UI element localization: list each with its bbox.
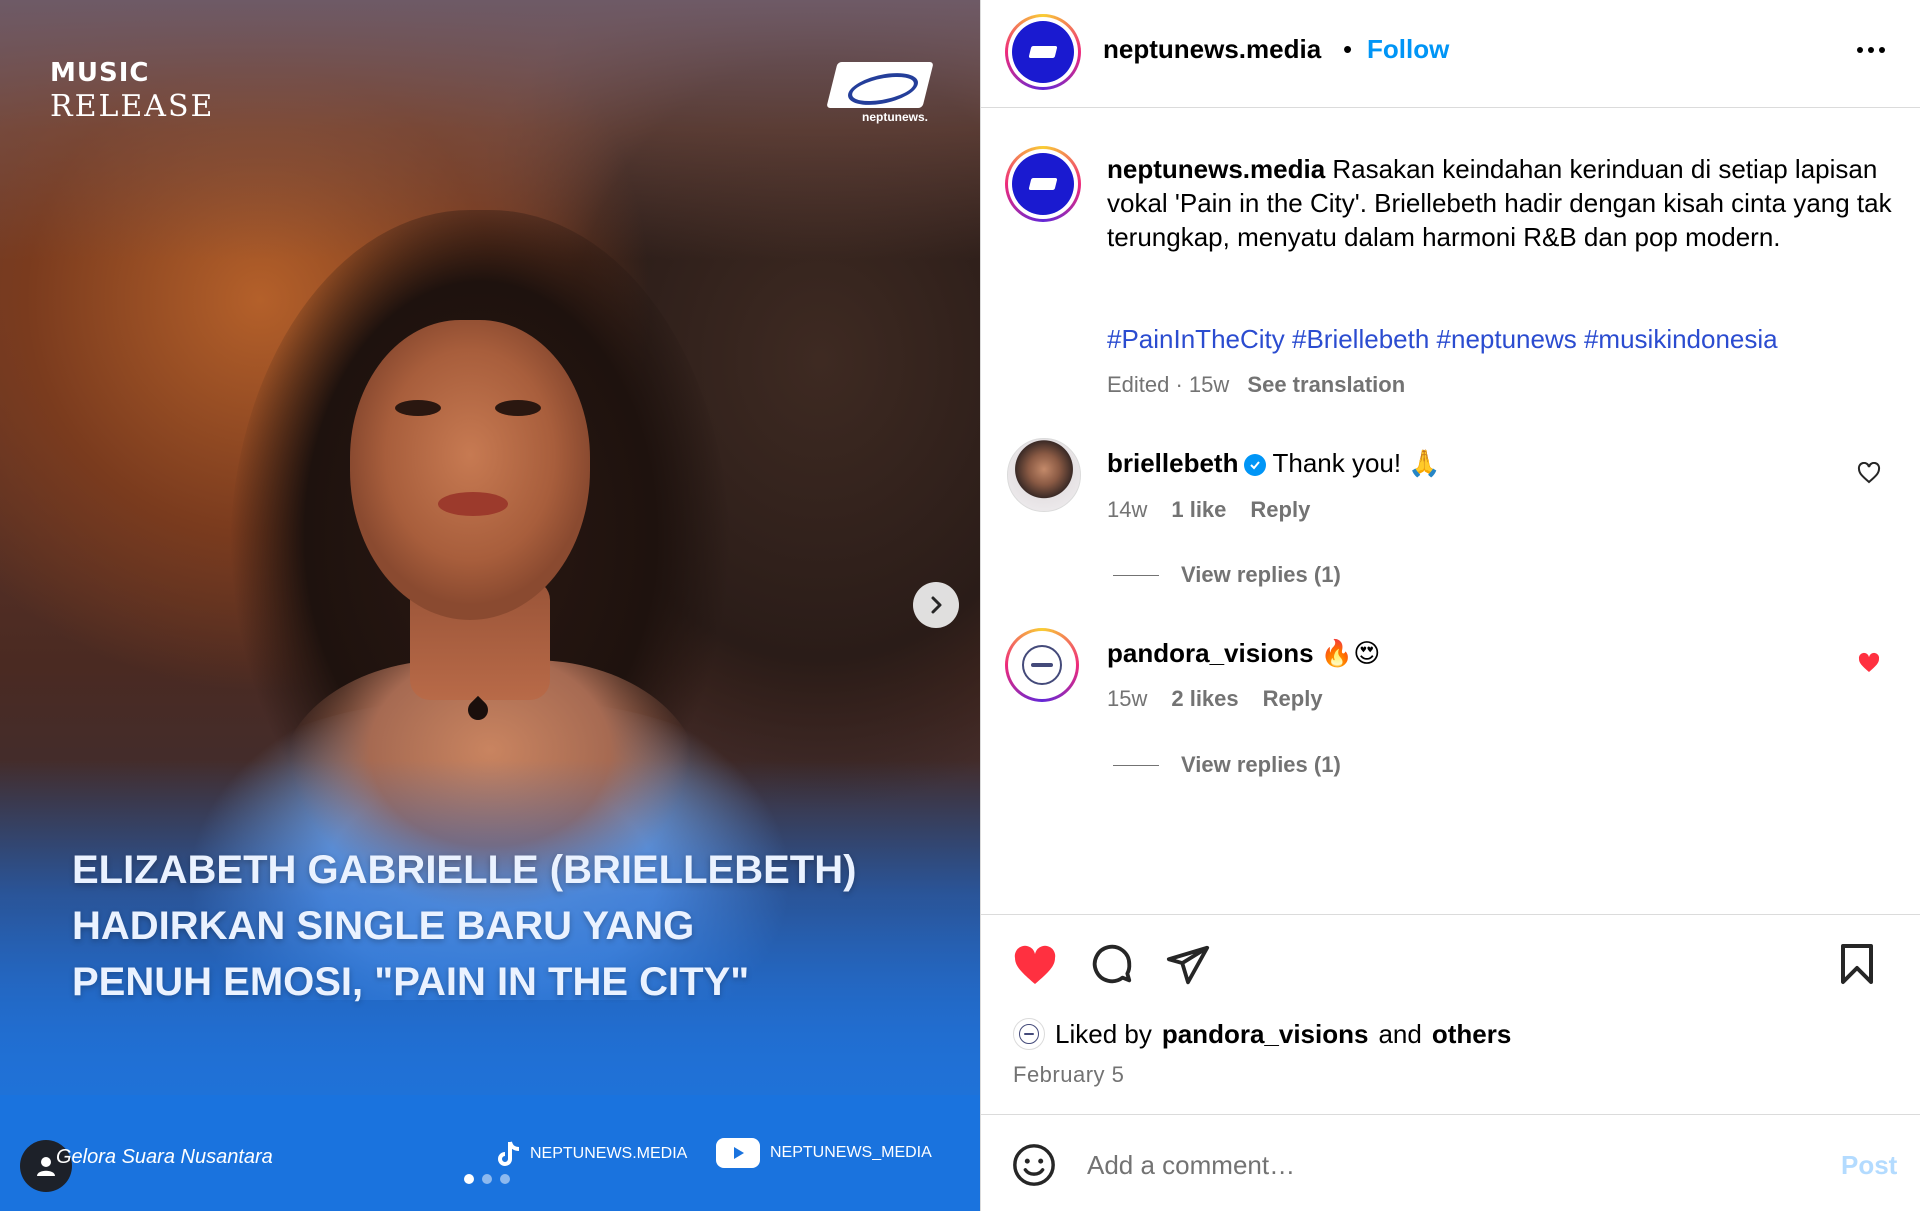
comment-age: 14w [1107, 497, 1148, 522]
commenter-avatar[interactable] [1007, 438, 1081, 512]
like-button[interactable] [1011, 944, 1059, 993]
neptunews-logo: neptunews. [826, 62, 934, 124]
liked-by-others[interactable]: others [1432, 1019, 1511, 1050]
chevron-right-icon [931, 596, 942, 614]
comment-likes[interactable]: 2 likes [1171, 686, 1238, 712]
share-button[interactable] [1165, 942, 1211, 993]
comment-icon [1092, 944, 1132, 984]
youtube-icon [716, 1138, 760, 1168]
liked-by-and: and [1378, 1018, 1422, 1049]
brand-tag-line2: RELEASE [50, 89, 215, 124]
headline-line: ELIZABETH GABRIELLE (BRIELLEBETH) [72, 848, 857, 892]
header-separator: • [1343, 34, 1353, 64]
replies-divider-line [1113, 574, 1159, 576]
liked-by-prefix: Liked by [1055, 1018, 1152, 1049]
carousel-dot [482, 1174, 492, 1184]
comment-likes[interactable]: 1 like [1171, 497, 1226, 523]
post-comment-button[interactable]: Post [1841, 1150, 1897, 1181]
portrait-lips [438, 492, 508, 516]
post-date: February 5 [1013, 1062, 1125, 1087]
post-side-panel: neptunews.media • Follow neptunews.media… [980, 0, 1920, 1211]
youtube-handle: NEPTUNEWS_MEDIA [716, 1138, 932, 1168]
heart-icon [1857, 461, 1881, 484]
pandora-logo [1022, 645, 1062, 685]
bookmark-icon [1841, 944, 1873, 984]
comment-button[interactable] [1089, 942, 1135, 993]
heart-icon [1858, 652, 1880, 672]
neptunews-logo-text: neptunews. [861, 110, 928, 124]
carousel-dot [500, 1174, 510, 1184]
comment-row: pandora_visions 🔥😍 [1107, 638, 1380, 669]
view-replies-button[interactable]: View replies (1) [1113, 752, 1341, 778]
headline: ELIZABETH GABRIELLE (BRIELLEBETH) HADIRK… [72, 842, 932, 1010]
comment-meta: 15w 2 likes Reply [1107, 686, 1323, 712]
portrait-eye-right [495, 400, 541, 416]
post-media-carousel[interactable]: MUSIC RELEASE neptunews. ELIZABETH GABRI… [0, 0, 980, 1211]
commenter-avatar[interactable] [1005, 628, 1079, 702]
caption-author-avatar[interactable] [1005, 146, 1081, 222]
follow-button[interactable]: Follow [1367, 34, 1449, 65]
carousel-indicator [464, 1174, 510, 1184]
comment-text: Thank you! 🙏 [1272, 448, 1441, 478]
divider [981, 1114, 1920, 1115]
heart-icon [1014, 945, 1056, 984]
portrait-eye-left [395, 400, 441, 416]
add-comment-input[interactable] [1087, 1142, 1777, 1188]
carousel-dot [464, 1174, 474, 1184]
comment-text: 🔥😍 [1320, 638, 1381, 668]
liker-avatar[interactable] [1013, 1018, 1045, 1050]
brand-tag-line1: MUSIC [50, 58, 150, 88]
comment-like-button[interactable] [1857, 461, 1881, 484]
view-replies-button[interactable]: View replies (1) [1113, 562, 1341, 588]
emoji-icon [1013, 1144, 1055, 1186]
tiktok-handle-text: NEPTUNEWS.MEDIA [530, 1145, 688, 1162]
replies-divider-line [1113, 764, 1159, 766]
view-replies-text: View replies (1) [1181, 562, 1341, 587]
liked-by-user[interactable]: pandora_visions [1162, 1019, 1369, 1050]
share-icon [1166, 945, 1210, 985]
view-replies-text: View replies (1) [1181, 752, 1341, 777]
post-caption: neptunews.media Rasakan keindahan kerind… [1107, 152, 1897, 254]
save-button[interactable] [1837, 942, 1877, 991]
youtube-handle-text: NEPTUNEWS_MEDIA [770, 1144, 932, 1161]
author-username[interactable]: neptunews.media [1103, 34, 1321, 65]
headline-line: HADIRKAN SINGLE BARU YANG [72, 904, 695, 948]
tiktok-handle: NEPTUNEWS.MEDIA [496, 1140, 687, 1168]
caption-username[interactable]: neptunews.media [1107, 154, 1325, 184]
neptunews-logo-mark [826, 62, 934, 108]
caption-hashtags[interactable]: #PainInTheCity #Briellebeth #neptunews #… [1107, 324, 1778, 355]
commenter-username[interactable]: briellebeth [1107, 448, 1238, 478]
portrait-face [350, 320, 590, 620]
headline-line: PENUH EMOSI, "PAIN IN THE CITY" [72, 960, 750, 1004]
caption-meta: Edited · 15w See translation [1107, 372, 1405, 398]
music-release-tag: MUSIC RELEASE [50, 60, 214, 122]
more-options-icon[interactable] [1857, 38, 1893, 62]
reply-button[interactable]: Reply [1250, 497, 1310, 523]
verified-icon [1244, 454, 1267, 477]
post-header: neptunews.media • Follow [981, 0, 1920, 108]
comment-like-button[interactable] [1857, 652, 1881, 674]
carousel-next-button[interactable] [913, 582, 959, 628]
comment-age: 15w [1107, 686, 1148, 711]
reply-button[interactable]: Reply [1263, 686, 1323, 712]
comment-meta: 14w 1 like Reply [1107, 497, 1310, 523]
comment-row: briellebeth Thank you! 🙏 [1107, 448, 1441, 479]
emoji-picker-button[interactable] [1011, 1142, 1057, 1193]
divider [981, 914, 1920, 915]
tagline: Gelora Suara Nusantara [56, 1146, 273, 1168]
caption-edited-age: Edited · 15w [1107, 372, 1230, 397]
tiktok-icon [498, 1141, 520, 1166]
see-translation-link[interactable]: See translation [1247, 372, 1405, 397]
author-avatar[interactable] [1005, 14, 1081, 90]
commenter-username[interactable]: pandora_visions [1107, 638, 1314, 668]
liked-by: Liked by pandora_visions and others [1013, 1018, 1511, 1050]
user-icon [37, 1157, 55, 1176]
